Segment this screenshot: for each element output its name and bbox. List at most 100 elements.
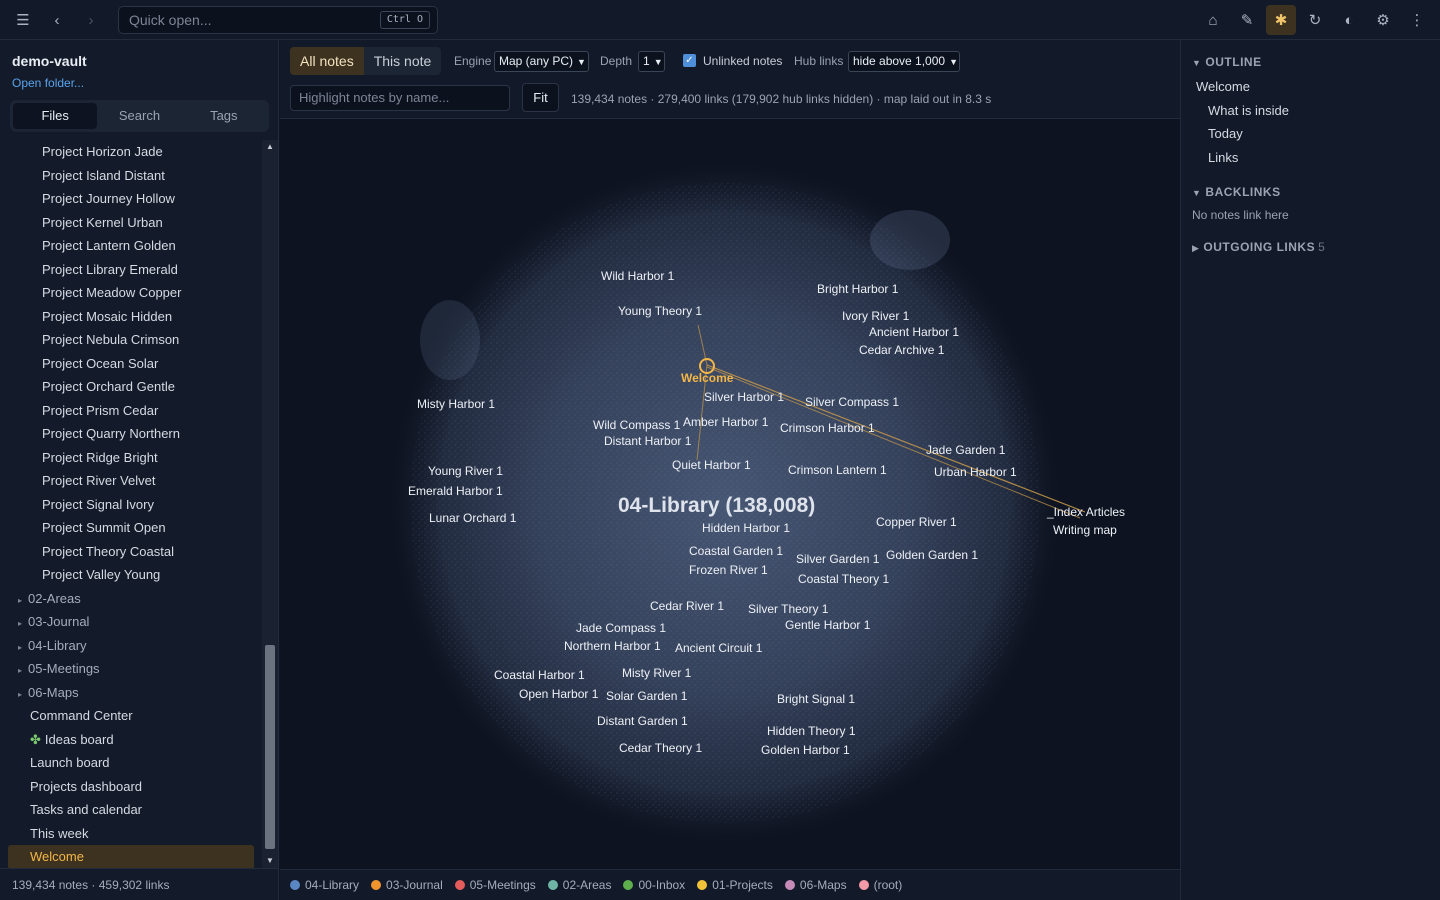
graph-node[interactable]: Copper River 1 bbox=[876, 515, 957, 529]
legend-item[interactable]: 00-Inbox bbox=[623, 878, 685, 892]
legend-item[interactable]: 01-Projects bbox=[697, 878, 773, 892]
contrast-icon[interactable]: ◐ bbox=[1337, 8, 1361, 32]
file-item[interactable]: Projects dashboard bbox=[0, 775, 262, 799]
graph-node[interactable]: Quiet Harbor 1 bbox=[672, 458, 751, 472]
graph-node[interactable]: Urban Harbor 1 bbox=[934, 465, 1017, 479]
graph-node[interactable]: Bright Signal 1 bbox=[777, 692, 855, 706]
graph-node[interactable]: Ancient Harbor 1 bbox=[869, 325, 959, 339]
graph-canvas[interactable]: Welcome 04-Library (138,008) Wild Harbor… bbox=[280, 120, 1180, 869]
graph-node[interactable]: Distant Garden 1 bbox=[597, 714, 688, 728]
file-item[interactable]: Project Prism Cedar bbox=[0, 399, 262, 423]
home-icon[interactable]: ⌂ bbox=[1201, 8, 1225, 32]
file-item[interactable]: Project Ridge Bright bbox=[0, 446, 262, 470]
graph-node[interactable]: Misty Harbor 1 bbox=[417, 397, 495, 411]
graph-node[interactable]: Coastal Harbor 1 bbox=[494, 668, 585, 682]
file-item[interactable]: Project River Velvet bbox=[0, 469, 262, 493]
graph-node[interactable]: Golden Garden 1 bbox=[886, 548, 978, 562]
outline-item[interactable]: Welcome bbox=[1196, 79, 1250, 94]
graph-node[interactable]: Emerald Harbor 1 bbox=[408, 484, 503, 498]
graph-node[interactable]: Jade Compass 1 bbox=[576, 621, 666, 635]
file-item[interactable]: Project Island Distant bbox=[0, 164, 262, 188]
legend-item[interactable]: (root) bbox=[858, 878, 902, 892]
graph-node[interactable]: Silver Harbor 1 bbox=[704, 390, 784, 404]
chevron-right-icon[interactable]: › bbox=[79, 8, 103, 32]
file-item[interactable]: Project Ocean Solar bbox=[0, 352, 262, 376]
file-item[interactable]: This week bbox=[0, 822, 262, 846]
file-item[interactable]: Project Lantern Golden bbox=[0, 234, 262, 258]
file-item[interactable]: Project Kernel Urban bbox=[0, 211, 262, 235]
engine-select[interactable]: Map (any PC) ▼ bbox=[494, 51, 589, 72]
graph-node[interactable]: Ancient Circuit 1 bbox=[675, 641, 763, 655]
open-folder-link[interactable]: Open folder... bbox=[12, 76, 84, 90]
hub-links-select[interactable]: hide above 1,000 ▼ bbox=[848, 51, 960, 72]
gear-icon[interactable]: ⚙ bbox=[1371, 8, 1395, 32]
file-item[interactable]: Project Library Emerald bbox=[0, 258, 262, 282]
graph-node[interactable]: Cedar Theory 1 bbox=[619, 741, 702, 755]
file-item[interactable]: Project Summit Open bbox=[0, 516, 262, 540]
all-notes-button[interactable]: All notes bbox=[290, 47, 364, 75]
graph-node[interactable]: Coastal Garden 1 bbox=[689, 544, 783, 558]
file-item[interactable]: Command Center bbox=[0, 704, 262, 728]
folder-item[interactable]: ▸ 03-Journal bbox=[0, 610, 262, 634]
unlinked-notes-checkbox[interactable]: ✓ bbox=[683, 54, 696, 67]
outline-item[interactable]: Links bbox=[1208, 150, 1238, 165]
scroll-up-icon[interactable]: ▲ bbox=[262, 140, 278, 154]
file-item[interactable]: Project Quarry Northern bbox=[0, 422, 262, 446]
file-item[interactable]: Project Valley Young bbox=[0, 563, 262, 587]
graph-node[interactable]: Wild Compass 1 bbox=[593, 418, 681, 432]
file-item[interactable]: Project Journey Hollow bbox=[0, 187, 262, 211]
tab-search[interactable]: Search bbox=[97, 103, 181, 129]
graph-node[interactable]: Wild Harbor 1 bbox=[601, 269, 675, 283]
file-tree-scrollbar[interactable]: ▲ ▼ bbox=[262, 140, 278, 868]
folder-item[interactable]: ▸ 06-Maps bbox=[0, 681, 262, 705]
graph-node[interactable]: Golden Harbor 1 bbox=[761, 743, 850, 757]
graph-node[interactable]: Open Harbor 1 bbox=[519, 687, 599, 701]
graph-node[interactable]: Misty River 1 bbox=[622, 666, 692, 680]
folder-item[interactable]: ▸ 05-Meetings bbox=[0, 657, 262, 681]
graph-node[interactable]: Hidden Theory 1 bbox=[767, 724, 856, 738]
graph-node[interactable]: Young Theory 1 bbox=[618, 304, 702, 318]
file-item[interactable]: ✤ Ideas board bbox=[0, 728, 262, 752]
graph-node[interactable]: Distant Harbor 1 bbox=[604, 434, 692, 448]
graph-node[interactable]: Silver Garden 1 bbox=[796, 552, 880, 566]
backlinks-heading[interactable]: ▼ BACKLINKS bbox=[1192, 185, 1281, 199]
outline-item[interactable]: Today bbox=[1208, 126, 1243, 141]
graph-node[interactable]: Jade Garden 1 bbox=[926, 443, 1006, 457]
graph-node[interactable]: Gentle Harbor 1 bbox=[785, 618, 871, 632]
graph-node[interactable]: Cedar Archive 1 bbox=[859, 343, 945, 357]
more-icon[interactable]: ⋮ bbox=[1405, 8, 1429, 32]
chevron-left-icon[interactable]: ‹ bbox=[45, 8, 69, 32]
graph-node[interactable]: Silver Theory 1 bbox=[748, 602, 829, 616]
legend-item[interactable]: 05-Meetings bbox=[454, 878, 536, 892]
file-item[interactable]: Project Mosaic Hidden bbox=[0, 305, 262, 329]
file-item[interactable]: Tasks and calendar bbox=[0, 798, 262, 822]
this-note-button[interactable]: This note bbox=[363, 47, 442, 75]
outgoing-links-heading[interactable]: ▶ OUTGOING LINKS 5 bbox=[1192, 240, 1325, 254]
pencil-icon[interactable]: ✎ bbox=[1235, 8, 1259, 32]
file-item[interactable]: Project Orchard Gentle bbox=[0, 375, 262, 399]
refresh-icon[interactable]: ↻ bbox=[1303, 8, 1327, 32]
graph-node[interactable]: Coastal Theory 1 bbox=[798, 572, 889, 586]
graph-node[interactable]: Writing map bbox=[1053, 523, 1117, 537]
file-item[interactable]: Project Nebula Crimson bbox=[0, 328, 262, 352]
quick-open-input[interactable]: Quick open... Ctrl O bbox=[118, 6, 438, 34]
graph-node[interactable]: Amber Harbor 1 bbox=[683, 415, 769, 429]
folder-item[interactable]: ▸ 02-Areas bbox=[0, 587, 262, 611]
file-item[interactable]: Launch board bbox=[0, 751, 262, 775]
file-item[interactable]: Project Theory Coastal bbox=[0, 540, 262, 564]
graph-node[interactable]: Crimson Lantern 1 bbox=[788, 463, 887, 477]
graph-node[interactable]: Cedar River 1 bbox=[650, 599, 724, 613]
file-item[interactable]: Project Horizon Jade bbox=[0, 140, 262, 164]
graph-icon[interactable]: ✱ bbox=[1266, 5, 1296, 35]
legend-item[interactable]: 03-Journal bbox=[371, 878, 443, 892]
graph-node[interactable]: Northern Harbor 1 bbox=[564, 639, 661, 653]
graph-node[interactable]: Lunar Orchard 1 bbox=[429, 511, 517, 525]
graph-node[interactable]: Hidden Harbor 1 bbox=[702, 521, 790, 535]
fit-button[interactable]: Fit bbox=[522, 83, 559, 112]
tab-tags[interactable]: Tags bbox=[182, 103, 266, 129]
legend-item[interactable]: 06-Maps bbox=[784, 878, 847, 892]
graph-node[interactable]: Silver Compass 1 bbox=[805, 395, 899, 409]
welcome-node-label[interactable]: Welcome bbox=[681, 371, 734, 385]
graph-node[interactable]: Frozen River 1 bbox=[689, 563, 768, 577]
scroll-thumb[interactable] bbox=[265, 645, 275, 849]
